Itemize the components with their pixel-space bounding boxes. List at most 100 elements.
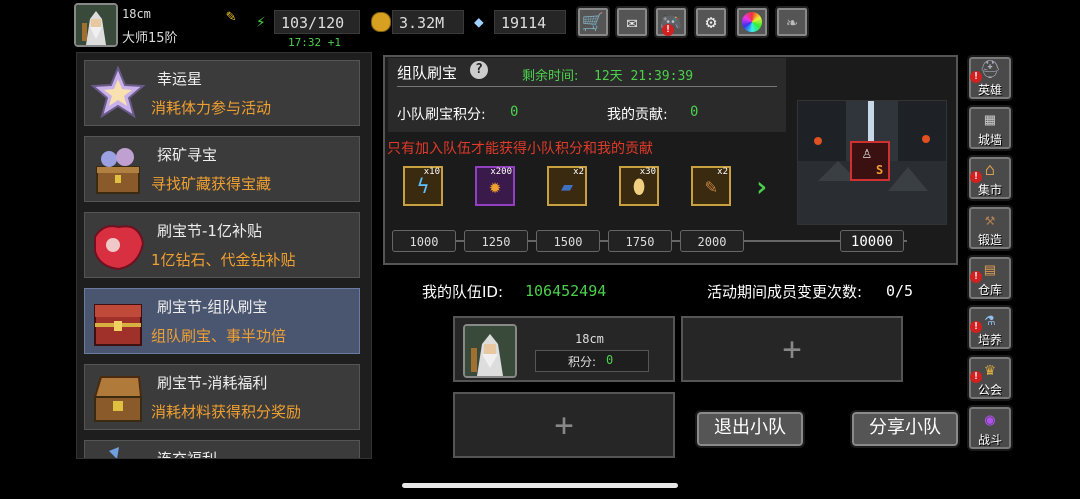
flame-gem-icon: ✹	[488, 174, 502, 198]
remaining-time: 12天 21:39:39	[594, 69, 694, 84]
item-desc: 组队刷宝、事半功倍	[151, 327, 287, 345]
edit-icon[interactable]: ✎	[226, 6, 236, 25]
item-desc: 寻找矿藏获得宝藏	[151, 175, 272, 193]
hero-figure-icon: ♙	[862, 143, 872, 162]
reward-item[interactable]: x2 ✎	[691, 166, 731, 206]
member-name: 18cm	[575, 332, 604, 346]
member-points-label: 积分:	[568, 355, 597, 369]
anvil-icon: ⚒	[984, 210, 996, 230]
milestone: 2000	[680, 230, 744, 252]
nav-forge-button[interactable]: ⚒ 锻造	[967, 205, 1013, 251]
item-title: 刷宝节-1亿补贴	[157, 222, 262, 240]
nav-guild-button[interactable]: ♛ 公会!	[967, 355, 1013, 401]
my-contrib-label: 我的贡献:	[607, 107, 668, 123]
shop-icon: 🛒	[581, 11, 605, 33]
feather-icon: ❧	[786, 11, 798, 33]
scroll-icon: ✎	[704, 174, 718, 198]
red-gem-icon	[94, 225, 145, 271]
member-slot-3[interactable]: +	[453, 392, 675, 458]
item-title: 连充福利	[157, 450, 218, 459]
item-desc: 1亿钻石、代金钻补贴	[151, 251, 296, 269]
team-points-value: 0	[510, 104, 519, 120]
member-points-box: 积分: 0	[535, 350, 649, 372]
energy-icon: ⚡	[256, 12, 266, 31]
list-item-mining[interactable]: 探矿寻宝 寻找矿藏获得宝藏	[84, 136, 360, 202]
player-rank: 大师15阶	[122, 31, 178, 46]
mail-button[interactable]: ✉	[615, 6, 649, 38]
feather-button[interactable]: ❧	[775, 6, 809, 38]
settings-icon: ⚙	[705, 11, 717, 33]
milestone: 1500	[536, 230, 600, 252]
color-button[interactable]	[735, 6, 769, 38]
list-item-subsidy[interactable]: 刷宝节-1亿补贴 1亿钻石、代金钻补贴	[84, 212, 360, 278]
home-indicator[interactable]	[402, 483, 678, 488]
list-item-lucky-star[interactable]: 幸运星 消耗体力参与活动	[84, 60, 360, 126]
reward-item[interactable]: x10 ϟ	[403, 166, 443, 206]
rank-badge-frame: ♙ S	[850, 141, 890, 181]
add-member-icon: +	[554, 406, 574, 444]
nav-wall-button[interactable]: ▦ 城墙	[967, 105, 1013, 151]
alert-badge: !	[970, 321, 982, 333]
team-id-label: 我的队伍ID:	[422, 283, 504, 301]
member-slot-2[interactable]: +	[681, 316, 903, 382]
shop-button[interactable]: 🛒	[576, 6, 610, 38]
player-name: 18cm	[122, 7, 151, 21]
nav-train-button[interactable]: ⚗ 培养!	[967, 305, 1013, 351]
reward-item[interactable]: x2 ▰	[547, 166, 587, 206]
wall-icon: ▦	[984, 110, 996, 130]
blue-book-icon: ▰	[560, 174, 574, 198]
gold-counter: 3.32M	[392, 10, 464, 34]
list-item-team-farming[interactable]: 刷宝节-组队刷宝 组队刷宝、事半功倍	[84, 288, 360, 354]
divider	[397, 86, 777, 87]
lucky-star-icon	[90, 65, 146, 119]
alert-badge: !	[970, 371, 982, 383]
item-title: 幸运星	[157, 70, 203, 88]
events-button[interactable]: 🎮!	[654, 6, 688, 38]
portal-icon: ◉	[984, 410, 996, 430]
alert-badge: !	[970, 71, 982, 83]
event-title: 组队刷宝	[397, 64, 458, 82]
nav-market-button[interactable]: ⌂ 集市!	[967, 155, 1013, 201]
milestone: 1250	[464, 230, 528, 252]
recharge-icon	[109, 447, 119, 458]
rank-badge: S	[876, 163, 884, 177]
item-title: 探矿寻宝	[157, 146, 218, 164]
wizard-portrait-icon	[76, 5, 116, 45]
add-member-icon: +	[782, 330, 802, 368]
milestone-final: 10000	[840, 230, 904, 252]
list-item-consume-reward[interactable]: 刷宝节-消耗福利 消耗材料获得积分奖励	[84, 364, 360, 430]
nav-battle-button[interactable]: ◉ 战斗	[967, 405, 1013, 451]
activity-list[interactable]: 幸运星 消耗体力参与活动 探矿寻宝 寻找矿藏获得宝藏 刷宝节-1亿补贴 1亿钻石…	[76, 52, 372, 459]
member-changes-label: 活动期间成员变更次数:	[707, 283, 863, 301]
alert-badge: !	[970, 271, 982, 283]
team-points-label: 小队刷宝积分:	[397, 107, 486, 123]
milestone: 1750	[608, 230, 672, 252]
list-item-recharge[interactable]: 连充福利	[84, 440, 360, 459]
gem-icon: ◆	[474, 12, 484, 31]
member-slot-1[interactable]: 18cm 积分: 0	[453, 316, 675, 382]
share-team-button[interactable]: 分享小队	[850, 410, 960, 448]
remaining-label: 剩余时间:	[522, 69, 579, 84]
reward-item[interactable]: x30 ⬮	[619, 166, 659, 206]
member-avatar	[463, 324, 517, 378]
milestone: 1000	[392, 230, 456, 252]
item-desc: 消耗体力参与活动	[151, 99, 272, 117]
wizard-portrait-icon	[465, 326, 515, 376]
nav-warehouse-button[interactable]: ▤ 仓库!	[967, 255, 1013, 301]
energy-timer: 17:32 +1	[288, 36, 341, 49]
energy-counter: 103/120	[274, 10, 360, 34]
egg-icon: ⬮	[632, 174, 646, 198]
reward-item[interactable]: x200 ✹	[475, 166, 515, 206]
gold-coin-icon	[371, 12, 391, 32]
color-wheel-icon	[742, 12, 762, 32]
help-icon[interactable]: ?	[470, 61, 488, 79]
settings-button[interactable]: ⚙	[694, 6, 728, 38]
team-id-value: 106452494	[525, 282, 607, 300]
player-avatar[interactable]	[74, 3, 118, 47]
nav-hero-button[interactable]: ⛑ 英雄!	[967, 55, 1013, 101]
item-title: 刷宝节-组队刷宝	[157, 298, 268, 316]
leave-team-button[interactable]: 退出小队	[695, 410, 805, 448]
next-arrow-icon[interactable]: ›	[753, 170, 770, 203]
item-title: 刷宝节-消耗福利	[157, 374, 268, 392]
gem-counter: 19114	[494, 10, 566, 34]
